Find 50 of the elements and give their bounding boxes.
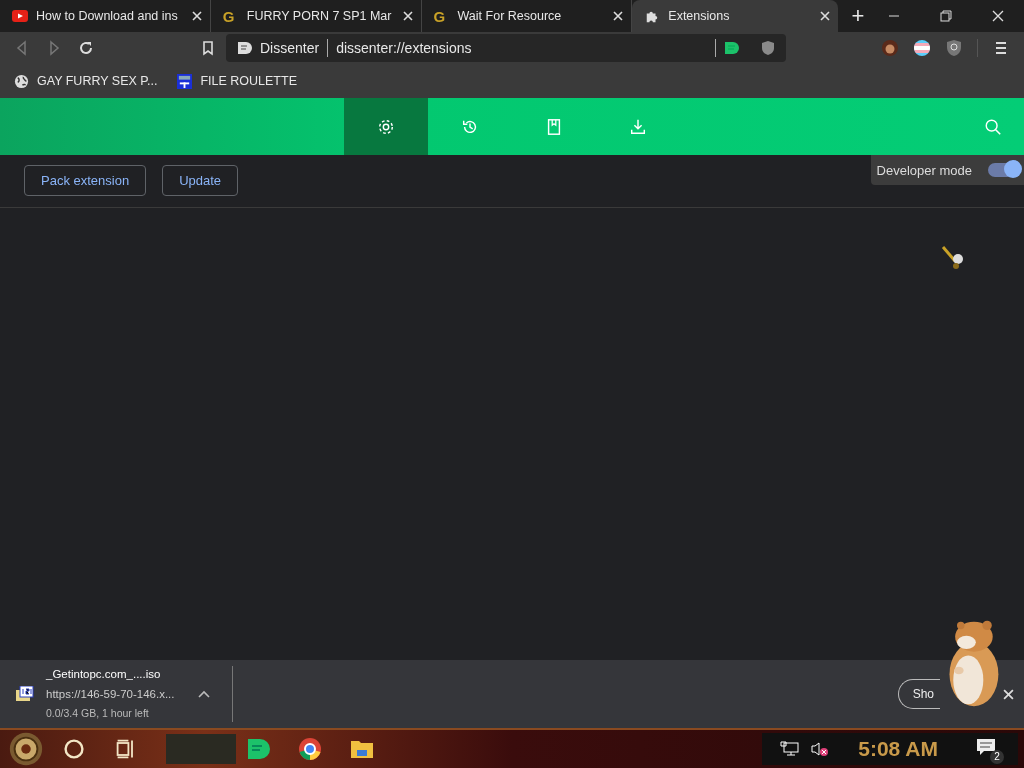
browser-icon[interactable] [298, 737, 322, 761]
new-tab-button[interactable]: + [848, 3, 869, 29]
url-text: dissenter://extensions [336, 40, 472, 56]
settings-icon [377, 117, 395, 136]
bookmark-link[interactable]: FILE ROULETTE [177, 73, 297, 89]
globe-icon [14, 73, 29, 89]
avatar-icon[interactable] [881, 39, 899, 57]
search-icon[interactable] [62, 737, 86, 761]
clock-time[interactable]: 5:08 AM [858, 737, 938, 761]
close-icon[interactable] [613, 11, 624, 21]
chat-icon[interactable] [246, 737, 270, 761]
download-source: https://146-59-70-146.x... [46, 686, 176, 702]
video-icon [12, 9, 28, 23]
toggle-label: Developer mode [876, 162, 972, 178]
flag-icon[interactable] [913, 39, 931, 57]
letter-icon: G [222, 7, 239, 25]
close-icon[interactable] [992, 10, 1004, 22]
close-icon[interactable] [191, 11, 202, 21]
page-icon [236, 40, 252, 56]
network-icon[interactable] [780, 741, 801, 757]
shield-icon[interactable] [945, 39, 963, 57]
action-button[interactable]: Pack extension [24, 165, 147, 196]
letter-icon: G [433, 7, 450, 25]
site-name: Dissenter [260, 40, 320, 56]
download-icon [629, 117, 647, 136]
caret-icon[interactable] [198, 690, 210, 698]
tab-title: Wait For Resource [457, 9, 563, 23]
download-status: 0.0/3.4 GB, 1 hour left [46, 706, 150, 721]
browser-tab[interactable]: Extensions [632, 0, 839, 32]
bookmark-book-icon [545, 117, 563, 136]
chat-icon[interactable] [724, 40, 740, 56]
address-bar[interactable]: Dissenter dissenter://extensions [226, 34, 786, 62]
reload-icon[interactable] [78, 40, 94, 56]
developer-mode-toggle[interactable] [988, 163, 1020, 177]
tab-title: FURRY PORN 7 SP1 Mar [246, 9, 393, 23]
disc-image-icon [16, 686, 34, 702]
close-icon[interactable] [820, 11, 831, 21]
tab-title: Extensions [668, 9, 731, 23]
close-icon[interactable] [402, 11, 413, 21]
site-logo-icon [177, 73, 193, 89]
shield-icon[interactable] [760, 40, 776, 56]
tab-title: How to Download and ins [36, 9, 179, 23]
bookmark-link[interactable]: GAY FURRY SEX P... [14, 73, 158, 89]
download-filename: _Getintopc.com_....iso [46, 667, 162, 683]
close-icon[interactable] [1003, 688, 1014, 700]
restore-icon[interactable] [940, 10, 952, 22]
taskbar-panel [166, 734, 236, 764]
bookmark-icon[interactable] [200, 40, 216, 56]
action-button[interactable]: Update [162, 165, 239, 196]
muted-speaker-icon[interactable] [810, 741, 831, 757]
